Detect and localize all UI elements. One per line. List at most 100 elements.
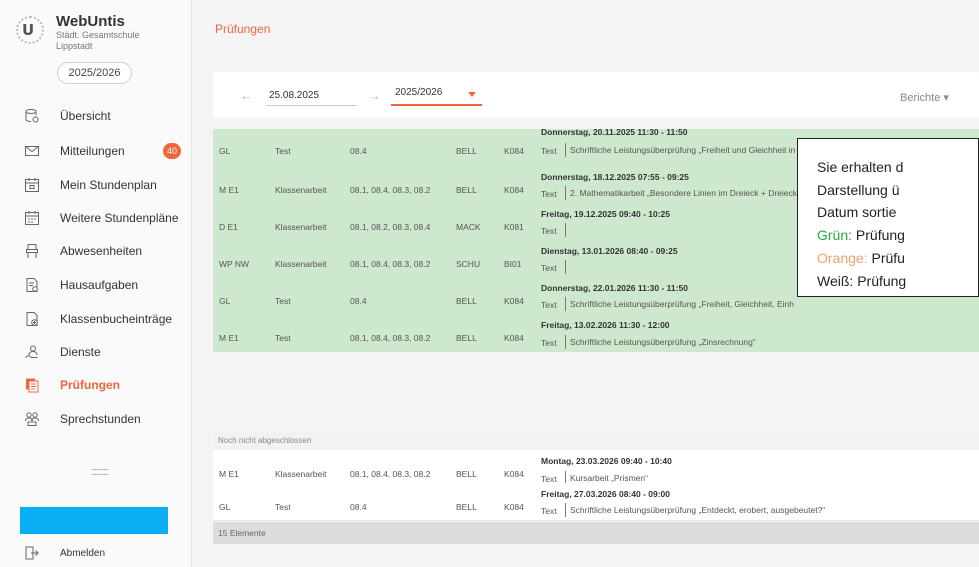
school-year-select[interactable]: 2025/2026 [391,84,482,106]
arrow-right-icon: → [368,88,381,103]
type-cell: Klassenarbeit [275,469,327,479]
subject-cell: GL [219,502,231,512]
green-text: Prüfung [852,227,905,243]
sidebar-resize-handle-icon[interactable] [92,469,108,475]
orange-text: Prüfu [867,250,905,266]
room-cell: K084 [504,185,524,195]
logout-icon [24,545,40,561]
type-cell: Klassenarbeit [275,222,327,232]
office-hours-icon [24,411,40,427]
sidebar-item-my-timetable[interactable]: Mein Stundenplan [0,172,191,198]
text-label: Text [541,338,557,348]
green-label: Grün: [817,227,853,243]
date-cell: Montag, 23.03.2026 09:40 - 10:40 [541,456,672,466]
text-label: Text [541,146,557,156]
sidebar-item-label: Prüfungen [60,378,120,392]
type-cell: Test [275,333,291,343]
absence-icon [24,243,40,259]
sidebar-item-exams[interactable]: Prüfungen [0,372,191,398]
sidebar: U WebUntis Städt. Gesamtschule Lippstadt… [0,0,192,567]
calendar-icon [24,177,40,193]
sidebar-item-overview[interactable]: Übersicht [0,103,191,129]
sidebar-item-services[interactable]: Dienste [0,339,191,365]
text-value [565,260,570,274]
school-year-pill[interactable]: 2025/2026 [57,62,132,84]
sidebar-item-more-timetables[interactable]: Weitere Stundenpläne [0,205,191,231]
reports-dropdown[interactable]: Berichte ▾ [900,91,949,104]
teacher-cell: BELL [456,185,477,195]
teacher-cell: BELL [456,296,477,306]
room-cell: K084 [504,146,524,156]
sidebar-item-label: Übersicht [60,109,111,123]
type-cell: Klassenarbeit [275,259,327,269]
sidebar-item-messages[interactable]: Mitteilungen 40 [0,138,191,164]
sidebar-item-label: Dienste [60,345,101,359]
text-value: Schriftliche Leistungsüberprüfung „Entde… [565,503,825,517]
user-profile-redacted[interactable] [20,507,168,534]
classes-cell: 08.4 [350,296,367,306]
table-row[interactable]: GL Test 08.4 BELL K084 Freitag, 27.03.20… [213,483,979,521]
brand-text: WebUntis Städt. Gesamtschule Lippstadt [56,14,156,52]
table-footer-count: 15 Elemente [213,522,979,544]
overview-icon [24,108,40,124]
logout-button[interactable]: Abmelden [0,541,191,565]
dropdown-caret-icon [468,92,476,97]
service-icon [24,344,40,360]
info-line-green: Grün: Prüfung [817,227,905,243]
school-year-value: 2025/2026 [395,87,443,98]
homework-icon [24,277,40,293]
room-cell: K084 [504,469,524,479]
brand[interactable]: U WebUntis Städt. Gesamtschule Lippstadt [14,14,156,52]
type-cell: Test [275,502,291,512]
teacher-cell: BELL [456,502,477,512]
sidebar-item-label: Weitere Stundenpläne [60,211,179,225]
subject-cell: GL [219,296,231,306]
teacher-cell: BELL [456,469,477,479]
teacher-cell: BELL [456,146,477,156]
type-cell: Test [275,146,291,156]
classes-cell: 08.1, 08.4, 08.3, 08.2 [350,185,431,195]
text-value: 2. Mathematikarbeit „Besondere Linien im… [565,186,797,200]
info-line: Weiß: Prüfung [817,273,907,289]
info-line: Darstellung ü [817,182,900,198]
sidebar-item-classbook[interactable]: Klassenbucheinträge [0,306,191,332]
exam-icon [24,377,40,393]
subject-cell: GL [219,146,231,156]
subject-cell: M E1 [219,469,239,479]
start-date-input[interactable] [266,86,357,106]
room-cell: BI01 [504,259,522,269]
text-value [565,223,570,237]
info-line-orange: Orange: Prüfu [817,250,905,266]
arrow-left-icon[interactable]: ← [240,88,253,103]
subject-cell: D E1 [219,222,238,232]
teacher-cell: SCHU [456,259,481,269]
text-label: Text [541,263,557,273]
sidebar-item-homework[interactable]: Hausaufgaben [0,272,191,298]
text-label: Text [541,300,557,310]
sidebar-item-office-hours[interactable]: Sprechstunden [0,406,191,432]
sidebar-item-label: Sprechstunden [60,412,141,426]
subject-cell: M E1 [219,333,239,343]
webuntis-logo-icon: U [14,14,46,46]
date-cell: Freitag, 13.02.2026 11:30 - 12:00 [541,320,670,330]
sidebar-item-absences[interactable]: Abwesenheiten [0,238,191,264]
text-value: Schriftliche Leistungsüberprüfung „Zinsr… [565,335,756,349]
brand-name: WebUntis [56,13,125,30]
date-cell: Donnerstag, 18.12.2025 07:55 - 09:25 [541,172,689,182]
text-label: Text [541,226,557,236]
orange-label: Orange: [817,250,868,266]
logout-label: Abmelden [60,547,106,559]
sidebar-item-label: Abwesenheiten [60,244,143,258]
date-cell: Donnerstag, 22.01.2026 11:30 - 11:50 [541,283,688,293]
classes-cell: 08.1, 08.4, 08.3, 08.2 [350,333,431,343]
school-name: Städt. Gesamtschule Lippstadt [56,30,140,51]
date-cell: Donnerstag, 20.11.2025 11:30 - 11:50 [541,127,688,137]
text-value: Schriftliche Leistungsüberprüfung „Freih… [565,143,795,157]
teacher-cell: BELL [456,333,477,343]
classes-cell: 08.1, 08.4, 08.3, 08.2 [350,259,431,269]
room-cell: K084 [504,333,524,343]
subject-cell: M E1 [219,185,239,195]
sidebar-item-label: Hausaufgaben [60,278,139,292]
table-row[interactable]: M E1 Test 08.1, 08.4, 08.3, 08.2 BELL K0… [213,314,979,352]
room-cell: K084 [504,296,524,306]
